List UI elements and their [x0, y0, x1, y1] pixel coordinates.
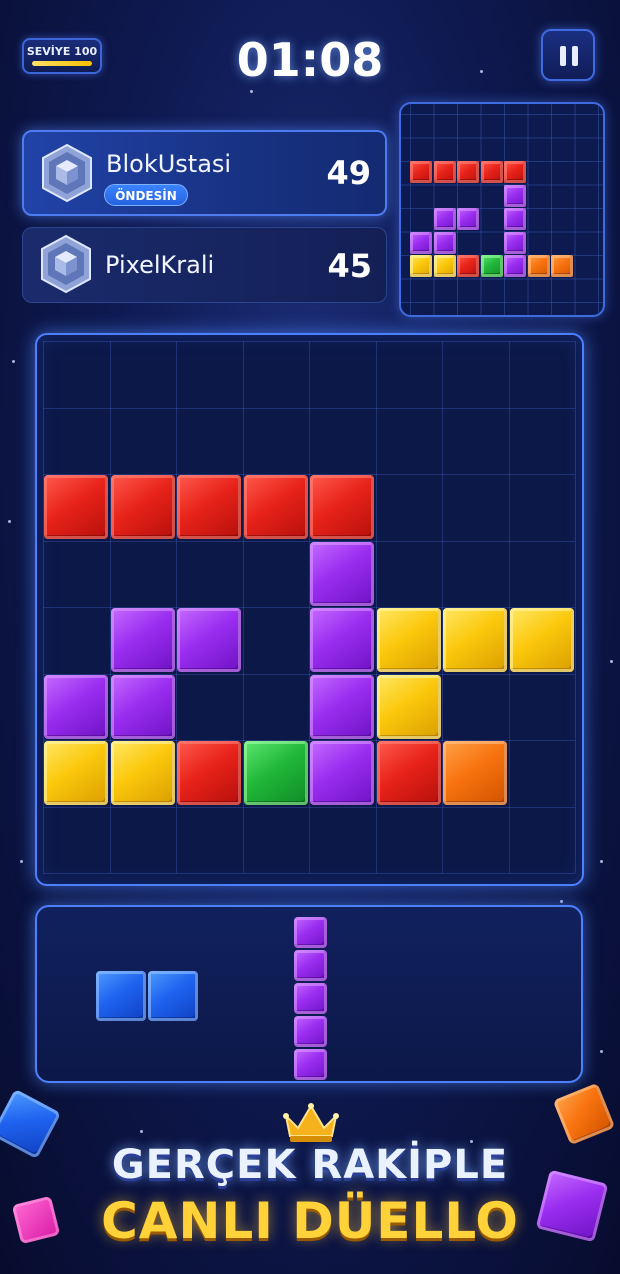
board-block-yellow [44, 741, 108, 805]
board-block-red [110, 475, 175, 539]
board-block-yellow [509, 608, 574, 672]
promo-title-line1: GERÇEK RAKİPLE [111, 1142, 509, 1188]
board-block-purple [177, 608, 241, 672]
hexagon-cube-icon [42, 143, 92, 203]
board-block-red [44, 475, 108, 539]
board-block-purple [310, 608, 374, 672]
star [610, 660, 613, 663]
board-block-purple [44, 674, 108, 739]
board-block-yellow [376, 608, 441, 672]
preview-block-purple [433, 208, 456, 230]
preview-block-purple [504, 184, 526, 207]
preview-block-green [480, 255, 503, 277]
preview-block-orange [527, 255, 550, 277]
grid-line [43, 873, 575, 874]
board-block-red [310, 475, 374, 539]
preview-block-orange [551, 255, 573, 277]
preview-block-purple [433, 231, 456, 254]
promo-title-line2: CANLI DÜELLO [101, 1192, 519, 1250]
opponent-score: 45 [327, 247, 372, 285]
board-block-red [376, 741, 441, 805]
player-score: 49 [326, 154, 371, 192]
piece-tray [35, 905, 583, 1083]
grid-line [43, 341, 575, 342]
star [600, 1050, 603, 1053]
hexagon-cube-icon [41, 234, 91, 294]
board-block-purple [110, 608, 175, 672]
board-block-purple [310, 741, 374, 805]
preview-block-red [433, 161, 456, 183]
board-block-red [177, 475, 241, 539]
star [20, 860, 23, 863]
board-block-red [243, 475, 308, 539]
preview-block-purple [457, 208, 479, 230]
star [560, 900, 563, 903]
star [12, 360, 15, 363]
preview-block-yellow [433, 255, 456, 277]
star [140, 1130, 143, 1133]
star [8, 520, 11, 523]
star [480, 70, 483, 73]
crown-icon [283, 1103, 339, 1142]
opponent-name: PixelKrali [105, 251, 215, 279]
board-block-purple [310, 674, 374, 739]
piece-block [294, 983, 327, 1014]
leading-badge: ÖNDESİN [104, 184, 188, 206]
player-card-opponent: PixelKrali 45 [22, 227, 387, 303]
preview-block-purple [504, 231, 526, 254]
pause-button[interactable] [541, 29, 595, 81]
preview-block-purple [504, 255, 526, 277]
preview-block-red [457, 161, 479, 183]
opponent-board-preview [399, 102, 605, 317]
piece-block [148, 971, 198, 1021]
board-block-yellow [376, 674, 441, 739]
grid-line [43, 540, 575, 542]
player-name: BlokUstasi [106, 150, 232, 178]
preview-block-red [457, 255, 479, 277]
preview-block-red [410, 161, 432, 183]
star [250, 90, 253, 93]
board-block-orange [443, 741, 507, 805]
board-block-purple [310, 541, 374, 606]
preview-block-red [480, 161, 503, 183]
star [600, 860, 603, 863]
grid-line [575, 341, 576, 873]
board-block-green [243, 741, 308, 805]
piece-block [96, 971, 146, 1021]
level-label: SEVİYE 100 [26, 45, 98, 58]
game-board[interactable] [35, 333, 584, 886]
grid-line [43, 806, 575, 808]
preview-block-purple [504, 208, 526, 230]
preview-block-yellow [410, 255, 432, 277]
board-block-purple [110, 674, 175, 739]
level-badge: SEVİYE 100 [22, 38, 102, 74]
preview-block-purple [410, 231, 432, 254]
piece-block [294, 917, 327, 948]
piece-block [294, 950, 327, 981]
decor-block [552, 1082, 616, 1146]
grid-line [43, 407, 575, 409]
player-card-self: BlokUstasi ÖNDESİN 49 [22, 130, 387, 216]
match-timer: 01:08 [236, 33, 384, 87]
preview-block-red [504, 161, 526, 183]
level-progress-bar [32, 61, 92, 66]
piece-block [294, 1049, 327, 1080]
board-block-yellow [443, 608, 507, 672]
board-block-yellow [110, 741, 175, 805]
piece-block [294, 1016, 327, 1047]
board-block-red [177, 741, 241, 805]
